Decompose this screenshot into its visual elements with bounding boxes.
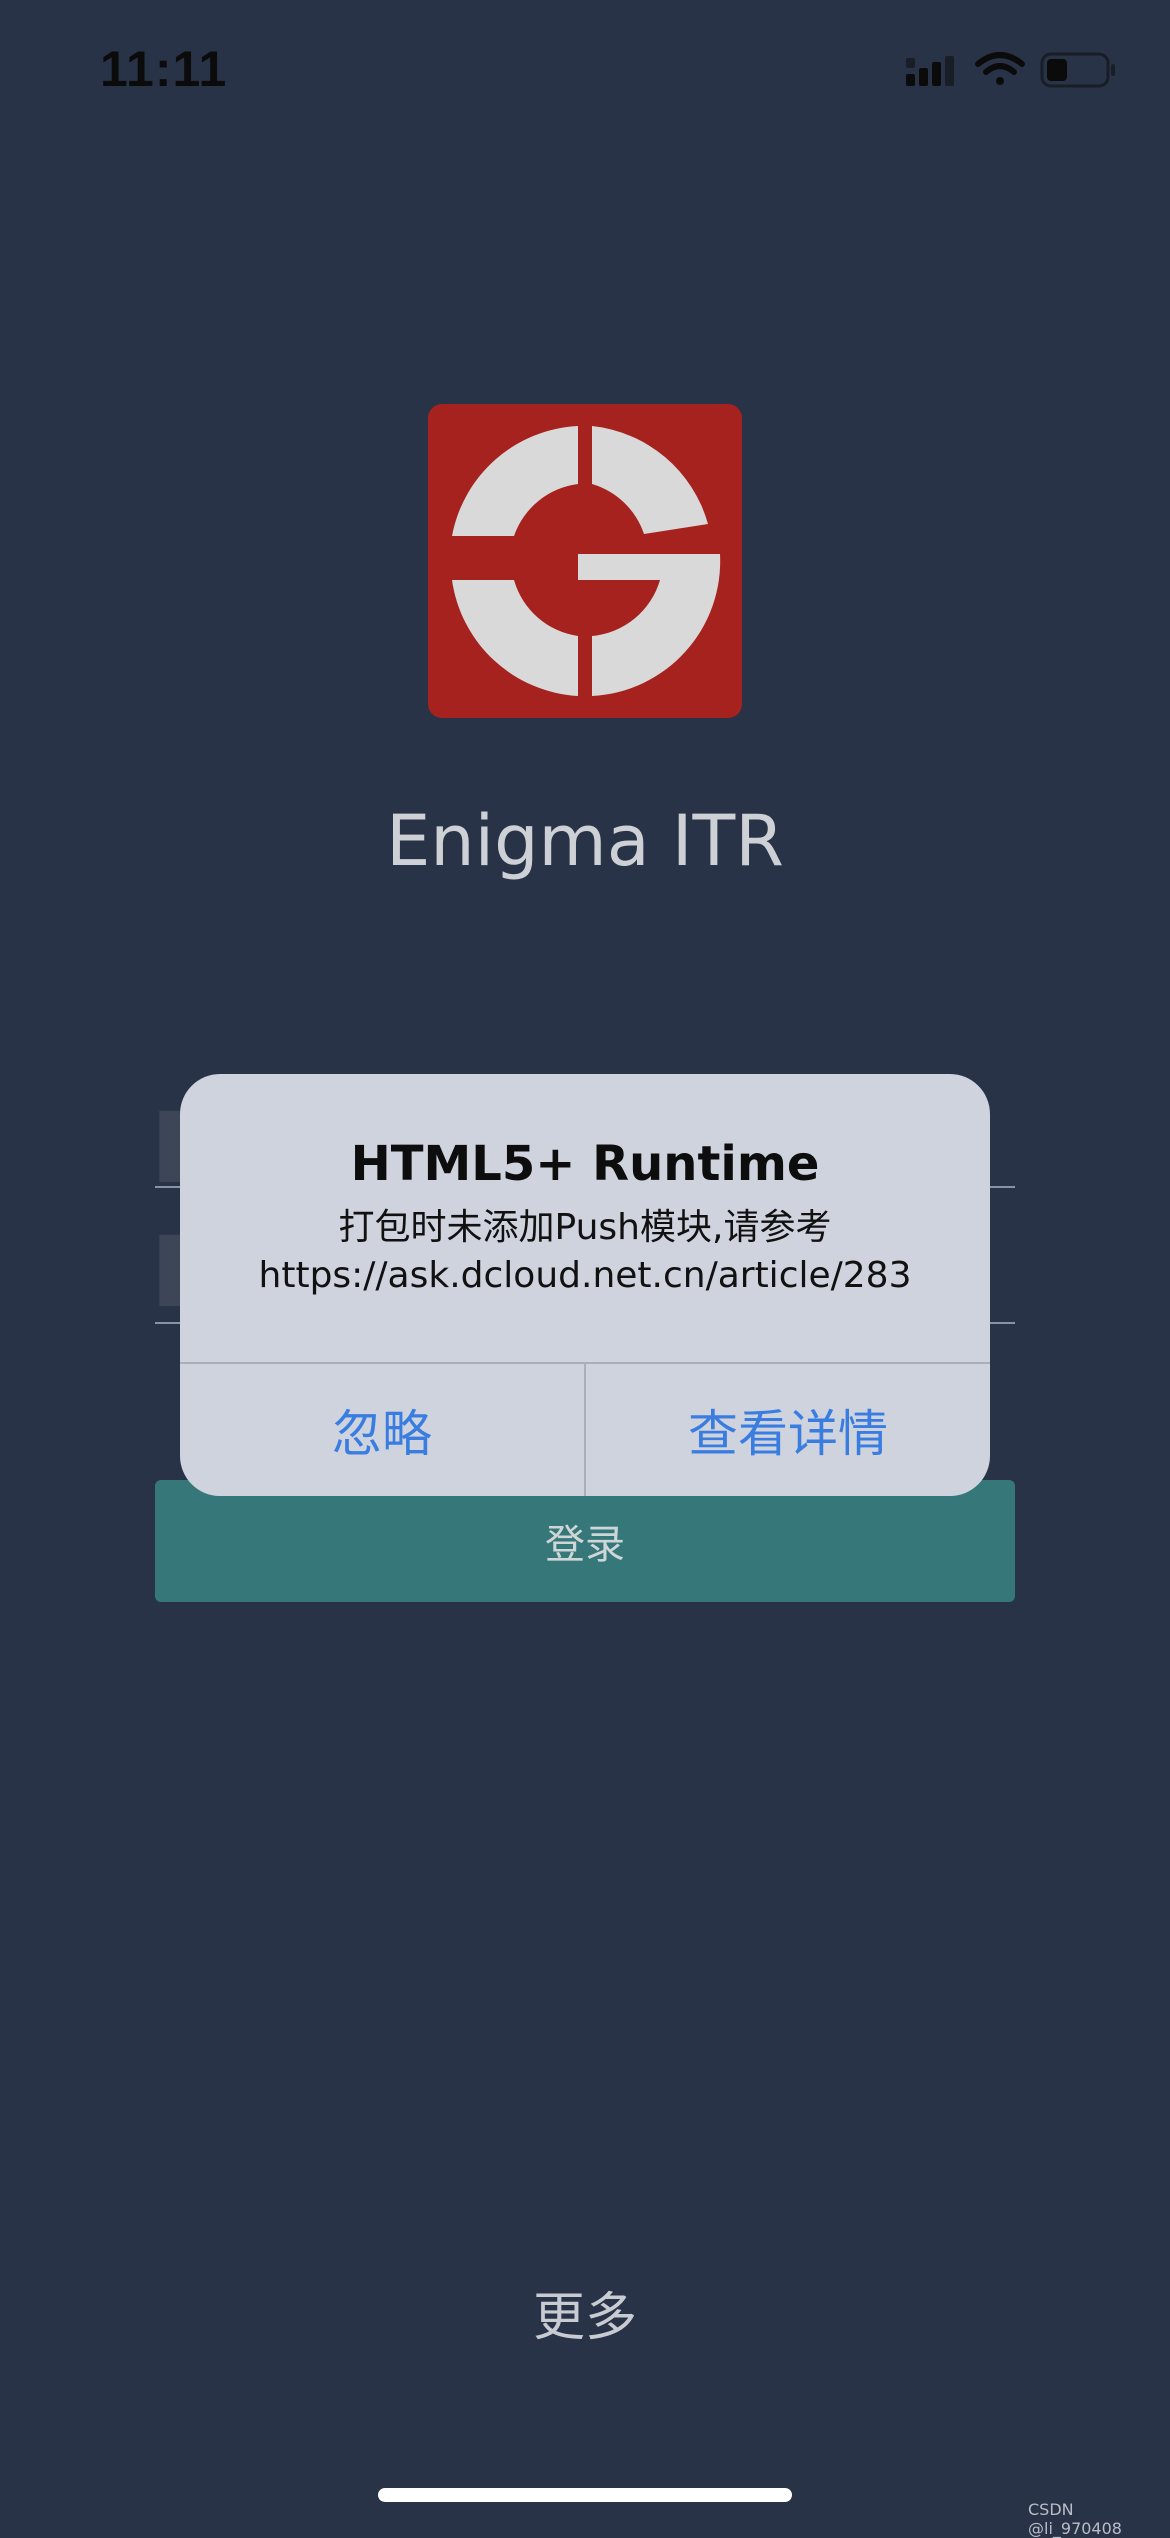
login-button[interactable]: 登录 <box>155 1480 1015 1602</box>
alert-title: HTML5+ Runtime <box>350 1136 820 1192</box>
ignore-button[interactable]: 忽略 <box>180 1364 584 1496</box>
wifi-icon <box>975 52 1025 85</box>
status-time: 11:11 <box>100 41 228 97</box>
alert-message: 打包时未添加Push模块,请参考https://ask.dcloud.net.c… <box>258 1207 912 1296</box>
alert-dialog: HTML5+ Runtime 打包时未添加Push模块,请参考https://a… <box>180 1074 990 1496</box>
status-icons-svg <box>906 52 1115 88</box>
more-link[interactable]: 更多 <box>0 2275 1170 2350</box>
battery-icon <box>1040 52 1115 88</box>
status-icons <box>900 48 1120 98</box>
app-name: Enigma ITR <box>386 800 784 882</box>
watermark: CSDN @li_970408 <box>1028 2500 1122 2538</box>
app-logo <box>428 404 742 718</box>
view-details-button[interactable]: 查看详情 <box>586 1364 990 1496</box>
app-logo-icon <box>428 404 742 718</box>
home-indicator[interactable] <box>378 2488 792 2502</box>
cellular-signal-icon <box>906 56 954 86</box>
